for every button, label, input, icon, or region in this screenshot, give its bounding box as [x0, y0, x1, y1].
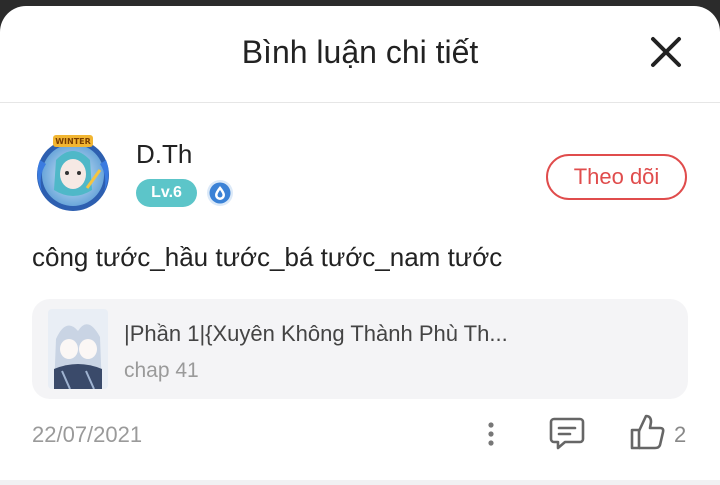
follow-button[interactable]: Theo dõi: [546, 154, 687, 200]
reply-button[interactable]: [548, 414, 586, 452]
section-divider: [0, 480, 720, 485]
comment-date: 22/07/2021: [32, 422, 143, 447]
thumbs-up-icon: [630, 414, 665, 450]
level-badge: Lv.6: [136, 179, 197, 207]
more-options-button[interactable]: [478, 418, 504, 450]
comment-detail-sheet: Bình luận chi tiết WINTER D.Th Lv.6 Theo…: [0, 6, 720, 485]
more-vertical-icon: [488, 422, 494, 446]
like-button[interactable]: [628, 412, 666, 452]
avatar[interactable]: WINTER: [32, 130, 114, 216]
comment-icon: [549, 417, 585, 450]
linked-manga-card[interactable]: |Phần 1|{Xuyên Không Thành Phù Th... cha…: [32, 299, 688, 399]
manga-title: |Phần 1|{Xuyên Không Thành Phù Th...: [124, 321, 508, 346]
droplet-badge-icon: [206, 179, 234, 207]
comment-text: công tước_hầu tước_bá tước_nam tước: [32, 242, 503, 272]
manga-chapter: chap 41: [124, 359, 199, 382]
like-count: 2: [674, 422, 687, 447]
sheet-header: Bình luận chi tiết: [0, 6, 720, 103]
username[interactable]: D.Th: [136, 139, 192, 170]
manga-cover-thumbnail: [48, 309, 108, 389]
close-button[interactable]: [644, 30, 688, 74]
page-title: Bình luận chi tiết: [241, 34, 479, 70]
close-icon: [651, 37, 681, 67]
avatar-frame-label: WINTER: [55, 137, 91, 146]
